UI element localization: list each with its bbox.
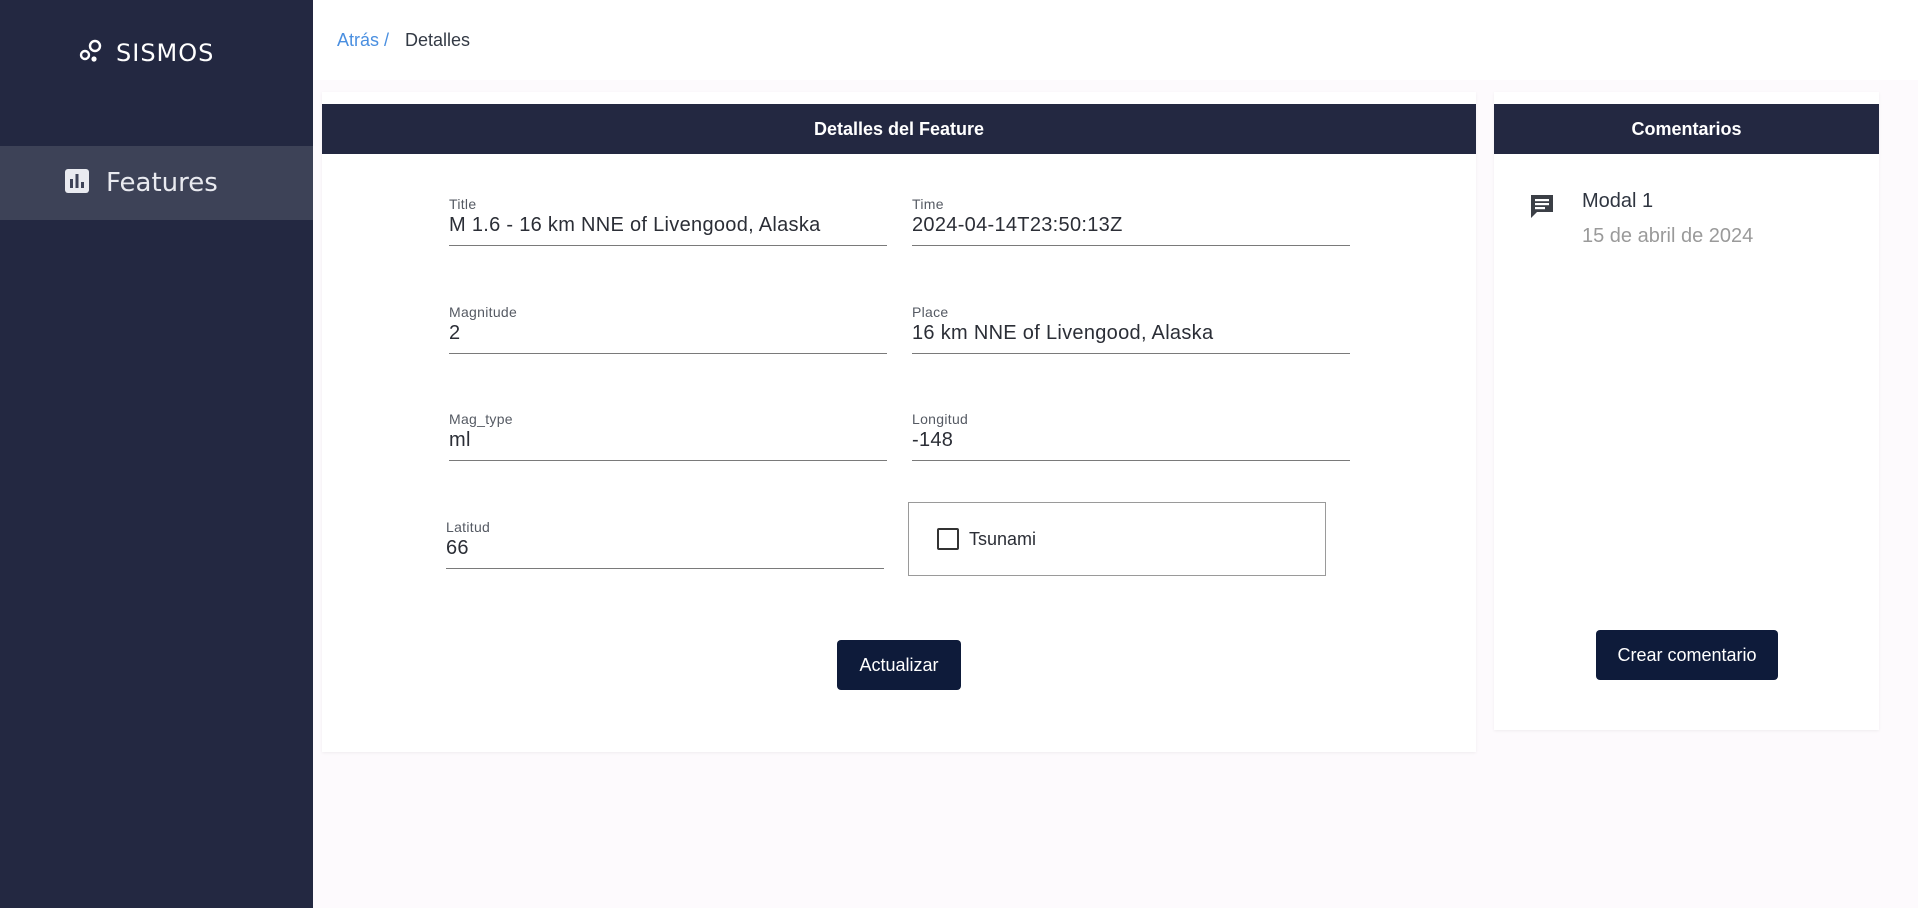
comment-date: 15 de abril de 2024 [1582,225,1754,247]
feature-details-header: Detalles del Feature [322,104,1476,154]
latitud-field[interactable]: Latitud [446,519,884,569]
time-label: Time [912,196,944,212]
place-label: Place [912,304,949,320]
bar-chart-icon [64,168,90,199]
breadcrumb-current: Detalles [405,30,471,50]
longitud-field[interactable]: Longitud [912,411,1350,461]
create-comment-button[interactable]: Crear comentario [1596,630,1778,680]
sidebar: SISMOS Features [0,0,313,908]
comment-body: Modal 1 15 de abril de 2024 [1582,190,1753,248]
mag-type-label: Mag_type [449,411,513,427]
tsunami-label: Tsunami [969,528,1037,549]
brand[interactable]: SISMOS [78,38,214,68]
breadcrumb-back-link[interactable]: Atrás / [337,30,389,51]
comment-title: Modal 1 [1582,190,1654,212]
mag-type-field[interactable]: Mag_type [449,411,887,461]
comment-item[interactable]: Modal 1 15 de abril de 2024 [1528,190,1753,248]
place-input[interactable] [912,322,1350,345]
mag-type-input[interactable] [449,429,887,452]
place-field[interactable]: Place [912,304,1350,354]
comment-icon [1528,190,1556,248]
breadcrumb: Atrás / Detalles [337,30,470,51]
latitud-label: Latitud [446,519,491,535]
time-field[interactable]: Time [912,196,1350,246]
magnitude-label: Magnitude [449,304,518,320]
title-label: Title [449,196,477,212]
magnitude-field[interactable]: Magnitude [449,304,887,354]
tsunami-checkbox[interactable] [937,528,959,550]
title-input[interactable] [449,214,887,237]
time-input[interactable] [912,214,1350,237]
update-button[interactable]: Actualizar [837,640,961,690]
comments-header: Comentarios [1494,104,1879,154]
brand-name: SISMOS [116,39,215,67]
sidebar-item-features[interactable]: Features [0,146,313,220]
longitud-input[interactable] [912,429,1350,452]
topbar: Atrás / Detalles [313,0,1918,80]
longitud-label: Longitud [912,411,969,427]
magnitude-input[interactable] [449,322,887,345]
sidebar-item-label: Features [106,168,218,198]
title-field[interactable]: Title [449,196,887,246]
tsunami-checkbox-group: Tsunami [908,502,1326,576]
latitud-input[interactable] [446,537,884,560]
bubbles-icon [78,38,104,69]
